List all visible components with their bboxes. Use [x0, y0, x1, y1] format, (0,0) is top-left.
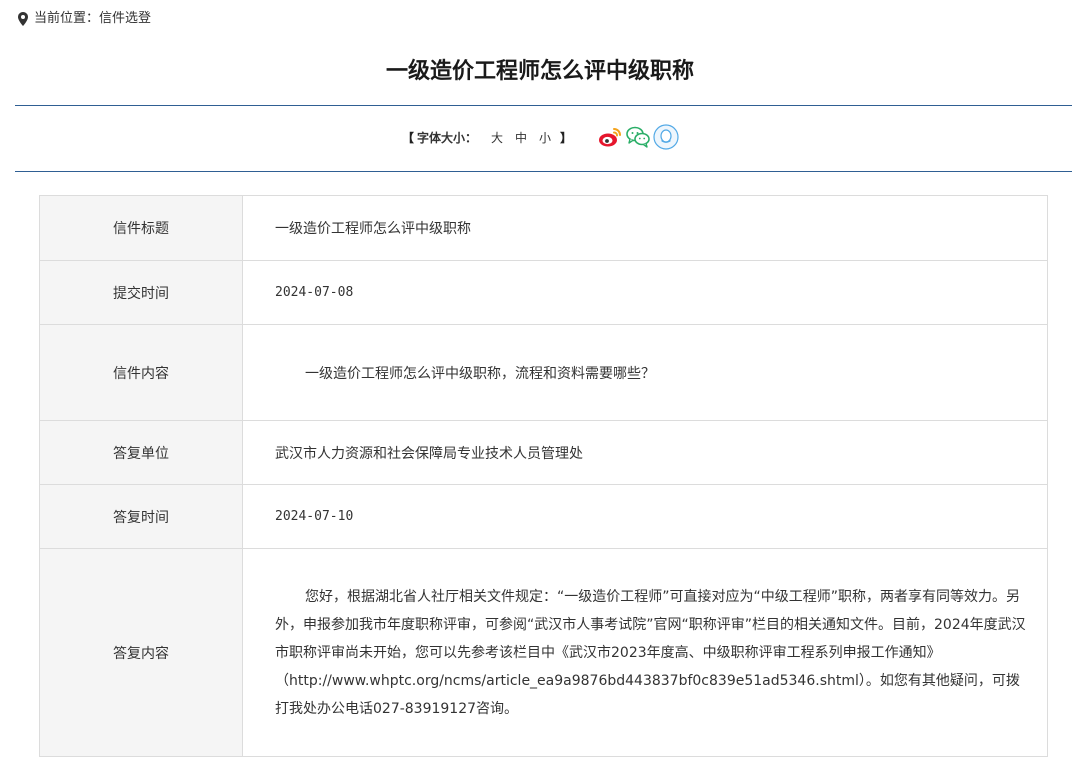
row-value-reply-time: 2024-07-10: [242, 484, 1048, 549]
font-size-large[interactable]: 大: [491, 129, 503, 146]
row-key-content: 信件内容: [39, 324, 243, 421]
close-bracket: 】: [560, 130, 573, 145]
row-value-title: 一级造价工程师怎么评中级职称: [242, 195, 1048, 261]
table-row: 答复内容 您好，根据湖北省人社厅相关文件规定：“一级造价工程师”可直接对应为“中…: [39, 548, 1048, 757]
font-size-label: 字体大小：: [416, 130, 477, 145]
open-bracket: 【: [401, 130, 414, 145]
table-row: 提交时间 2024-07-08: [39, 260, 1048, 325]
font-size-toolbar: 【 字体大小： 大 中 小 】: [0, 120, 1080, 154]
breadcrumb: 当前位置： 信件选登: [18, 9, 151, 29]
row-value-reply-dept: 武汉市人力资源和社会保障局专业技术人员管理处: [242, 420, 1048, 485]
row-value-submit-time: 2024-07-08: [242, 260, 1048, 325]
location-pin-icon: [18, 12, 28, 26]
page-title: 一级造价工程师怎么评中级职称: [385, 59, 694, 84]
breadcrumb-current-link[interactable]: 信件选登: [99, 9, 151, 29]
row-value-content: 一级造价工程师怎么评中级职称，流程和资料需要哪些？: [242, 324, 1048, 421]
table-row: 信件内容 一级造价工程师怎么评中级职称，流程和资料需要哪些？: [39, 324, 1048, 421]
breadcrumb-label: 当前位置：: [34, 11, 100, 26]
divider-top: [15, 105, 1072, 106]
row-value-reply-content: 您好，根据湖北省人社厅相关文件规定：“一级造价工程师”可直接对应为“中级工程师”…: [242, 548, 1048, 757]
divider-bottom: [15, 171, 1072, 172]
table-row: 信件标题 一级造价工程师怎么评中级职称: [39, 195, 1048, 261]
row-key-reply-dept: 答复单位: [39, 420, 243, 485]
qq-icon[interactable]: [653, 124, 679, 150]
table-row: 答复时间 2024-07-10: [39, 484, 1048, 549]
letter-detail-table: 信件标题 一级造价工程师怎么评中级职称 提交时间 2024-07-08 信件内容…: [39, 195, 1048, 757]
font-size-medium[interactable]: 中: [515, 129, 527, 146]
table-row: 答复单位 武汉市人力资源和社会保障局专业技术人员管理处: [39, 420, 1048, 485]
row-key-submit-time: 提交时间: [39, 260, 243, 325]
wechat-icon[interactable]: [625, 124, 651, 150]
font-size-small[interactable]: 小: [539, 129, 551, 146]
row-key-reply-content: 答复内容: [39, 548, 243, 757]
share-bar: [597, 124, 681, 150]
row-key-title: 信件标题: [39, 195, 243, 261]
reply-paragraph: 您好，根据湖北省人社厅相关文件规定：“一级造价工程师”可直接对应为“中级工程师”…: [275, 588, 1026, 717]
weibo-icon[interactable]: [597, 124, 623, 150]
row-key-reply-time: 答复时间: [39, 484, 243, 549]
